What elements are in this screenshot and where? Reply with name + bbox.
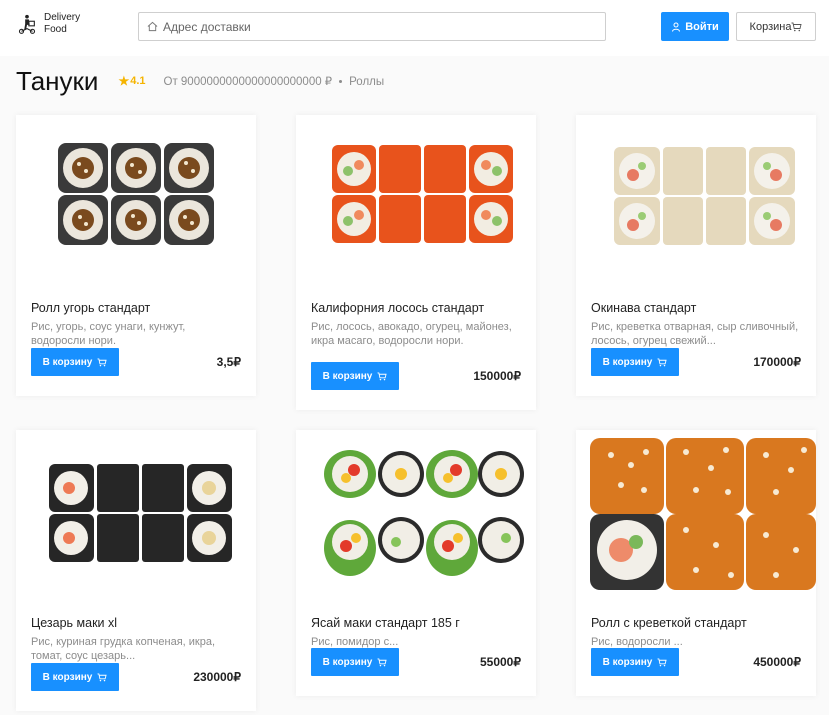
- cart-icon: [97, 357, 107, 366]
- product-card: Ясай маки стандарт 185 г Рис, помидор с.…: [296, 430, 536, 696]
- header: Delivery Food Войти Корзина: [0, 0, 829, 56]
- product-price: 170000₽: [753, 355, 801, 369]
- cart-icon: [657, 357, 667, 366]
- add-to-cart-button[interactable]: В корзину: [591, 648, 679, 676]
- cart-icon: [657, 657, 667, 666]
- product-image: [576, 430, 816, 602]
- product-card: Цезарь маки xl Рис, куриная грудка копче…: [16, 430, 256, 711]
- product-price: 150000₽: [473, 369, 521, 383]
- product-name: Ясай маки стандарт 185 г: [311, 616, 460, 630]
- delivery-logo-icon: [18, 14, 36, 34]
- rating: ★ 4.1: [118, 74, 145, 88]
- product-price: 230000₽: [193, 670, 241, 684]
- logo-line-1: Delivery: [44, 12, 81, 23]
- product-image: [16, 115, 256, 287]
- product-name: Цезарь маки xl: [31, 616, 118, 630]
- address-search[interactable]: [138, 12, 606, 41]
- address-input[interactable]: [163, 19, 583, 34]
- login-label: Войти: [685, 20, 719, 33]
- add-to-cart-button[interactable]: В корзину: [31, 348, 119, 376]
- product-image: [296, 115, 536, 287]
- add-to-cart-label: В корзину: [322, 656, 373, 668]
- cart-label: Корзина: [749, 20, 792, 33]
- product-image: [296, 430, 536, 602]
- product-price: 3,5₽: [216, 355, 241, 369]
- product-name: Калифорния лосось стандарт: [311, 301, 485, 315]
- product-description: Рис, лосось, авокадо, огурец, майонез, и…: [311, 321, 512, 347]
- separator-dot: [339, 80, 343, 84]
- restaurant-title: Тануки: [16, 65, 99, 96]
- product-price: 450000₽: [753, 655, 801, 669]
- product-name: Ролл с креветкой стандарт: [591, 616, 747, 630]
- cart-icon: [377, 657, 387, 666]
- cart-icon: [791, 22, 803, 31]
- add-to-cart-label: В корзину: [42, 356, 93, 368]
- product-card: Ролл с креветкой стандарт Рис, водоросли…: [576, 430, 816, 696]
- star-icon: ★: [118, 74, 130, 88]
- product-description: Рис, помидор с...: [311, 636, 399, 648]
- product-description: Рис, водоросли ...: [591, 636, 683, 648]
- product-card: Ролл угорь стандарт Рис, угорь, соус уна…: [16, 115, 256, 396]
- add-to-cart-button[interactable]: В корзину: [591, 348, 679, 376]
- product-name: Ролл угорь стандарт: [31, 301, 151, 315]
- logo-line-2: Food: [44, 24, 67, 35]
- product-description: Рис, креветка отварная, сыр сливочный, л…: [591, 321, 799, 347]
- add-to-cart-label: В корзину: [322, 370, 373, 382]
- add-to-cart-label: В корзину: [602, 356, 653, 368]
- product-description: Рис, куриная грудка копченая, икра, тома…: [31, 636, 216, 662]
- product-card: Окинава стандарт Рис, креветка отварная,…: [576, 115, 816, 396]
- price-from: От 9000000000000000000000 ₽: [163, 76, 333, 88]
- login-button[interactable]: Войти: [661, 12, 729, 41]
- rating-value: 4.1: [130, 75, 146, 87]
- product-name: Окинава стандарт: [591, 301, 697, 315]
- add-to-cart-button[interactable]: В корзину: [311, 648, 399, 676]
- restaurant-meta: От 9000000000000000000000 ₽ Роллы: [164, 74, 385, 88]
- product-image: [16, 430, 256, 602]
- product-price: 55000₽: [479, 655, 521, 669]
- product-description: Рис, угорь, соус унаги, кунжут, водоросл…: [31, 321, 186, 347]
- restaurant-info: Тануки ★ 4.1 От 9000000000000000000000 ₽…: [16, 64, 384, 98]
- user-icon: [672, 22, 681, 32]
- restaurant-category: Роллы: [349, 76, 385, 88]
- add-to-cart-label: В корзину: [42, 671, 93, 683]
- add-to-cart-label: В корзину: [602, 656, 653, 668]
- product-card: Калифорния лосось стандарт Рис, лосось, …: [296, 115, 536, 410]
- cart-button[interactable]: Корзина: [736, 12, 816, 41]
- home-icon: [147, 21, 158, 32]
- cart-icon: [97, 672, 107, 681]
- logo-text: Delivery Food: [44, 12, 80, 36]
- add-to-cart-button[interactable]: В корзину: [311, 362, 399, 390]
- product-image: [576, 115, 816, 287]
- cart-icon: [377, 371, 387, 380]
- logo[interactable]: Delivery Food: [16, 12, 80, 36]
- add-to-cart-button[interactable]: В корзину: [31, 663, 119, 691]
